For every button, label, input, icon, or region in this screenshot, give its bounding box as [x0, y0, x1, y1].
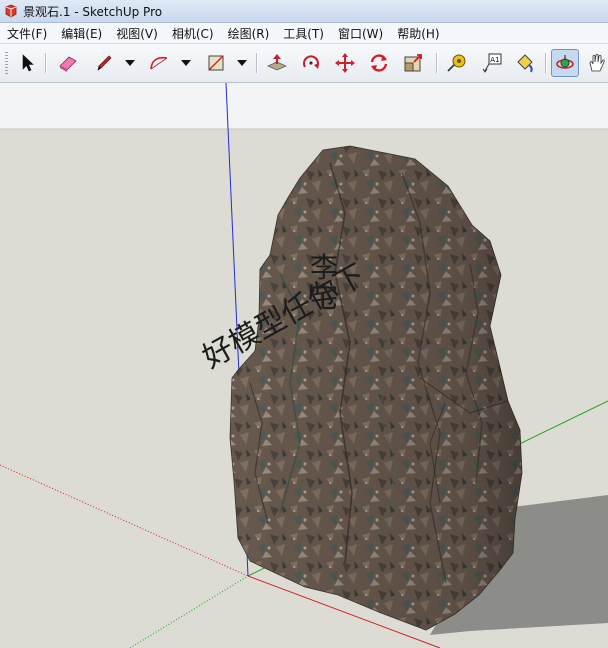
svg-text:A1: A1: [490, 56, 499, 64]
pencil-icon: [97, 55, 112, 71]
paint-bucket-tool-button[interactable]: [512, 50, 538, 76]
refresh-arrows-icon: [370, 54, 388, 72]
pencil-dropdown[interactable]: [124, 50, 136, 76]
menu-help[interactable]: 帮助(H): [390, 25, 446, 42]
chevron-down-icon: [181, 60, 191, 66]
sky-background: [0, 83, 608, 129]
arc-tool-button[interactable]: [146, 50, 172, 76]
menu-draw[interactable]: 绘图(R): [221, 25, 277, 42]
scene-canvas[interactable]: [0, 83, 608, 648]
follow-me-tool-button[interactable]: [366, 50, 392, 76]
scale-icon: [404, 54, 422, 72]
rectangle-icon: [208, 55, 224, 71]
push-pull-icon: [267, 54, 287, 71]
eraser-icon: [59, 56, 77, 72]
text-label-icon: A1: [482, 53, 502, 73]
menu-edit[interactable]: 编辑(E): [54, 25, 109, 42]
arc-dropdown[interactable]: [180, 50, 192, 76]
toolbar-grip[interactable]: [5, 52, 8, 74]
rectangle-tool-button[interactable]: [203, 50, 229, 76]
pan-tool-button[interactable]: [584, 50, 608, 76]
text-tool-button[interactable]: A1: [478, 50, 504, 76]
menu-camera[interactable]: 相机(C): [165, 25, 221, 42]
rectangle-dropdown[interactable]: [236, 50, 248, 76]
menu-window[interactable]: 窗口(W): [331, 25, 390, 42]
rotate-icon: [303, 55, 319, 69]
paint-bucket-icon: [517, 54, 533, 73]
window-title: 景观石.1 - SketchUp Pro: [23, 4, 163, 19]
menu-bar: 文件(F) 编辑(E) 视图(V) 相机(C) 绘图(R) 工具(T) 窗口(W…: [0, 23, 608, 44]
move-tool-button[interactable]: [332, 50, 358, 76]
menu-file[interactable]: 文件(F): [0, 25, 54, 42]
sketchup-app-icon: [5, 4, 17, 18]
move-arrows-icon: [335, 53, 355, 73]
tape-measure-tool-button[interactable]: [444, 50, 470, 76]
select-arrow-icon: [22, 54, 34, 72]
orbit-icon: [556, 55, 574, 69]
menu-view[interactable]: 视图(V): [109, 25, 165, 42]
select-tool-button[interactable]: [14, 50, 40, 76]
watermark-secondary: 李宅: [310, 251, 339, 314]
main-toolbar: A1: [0, 44, 608, 83]
push-pull-tool-button[interactable]: [264, 50, 290, 76]
model-viewport[interactable]: 好模型任你下 李宅: [0, 83, 608, 648]
orbit-tool-button[interactable]: [551, 49, 579, 77]
eraser-tool-button[interactable]: [55, 50, 81, 76]
menu-tools[interactable]: 工具(T): [276, 25, 331, 42]
pan-hand-icon: [589, 53, 605, 72]
arc-icon: [150, 56, 168, 70]
scale-tool-button[interactable]: [400, 50, 426, 76]
pencil-tool-button[interactable]: [91, 50, 117, 76]
chevron-down-icon: [237, 60, 247, 66]
chevron-down-icon: [125, 60, 135, 66]
rotate-tool-button[interactable]: [298, 50, 324, 76]
title-bar: 景观石.1 - SketchUp Pro: [0, 0, 608, 23]
tape-measure-icon: [447, 54, 466, 72]
